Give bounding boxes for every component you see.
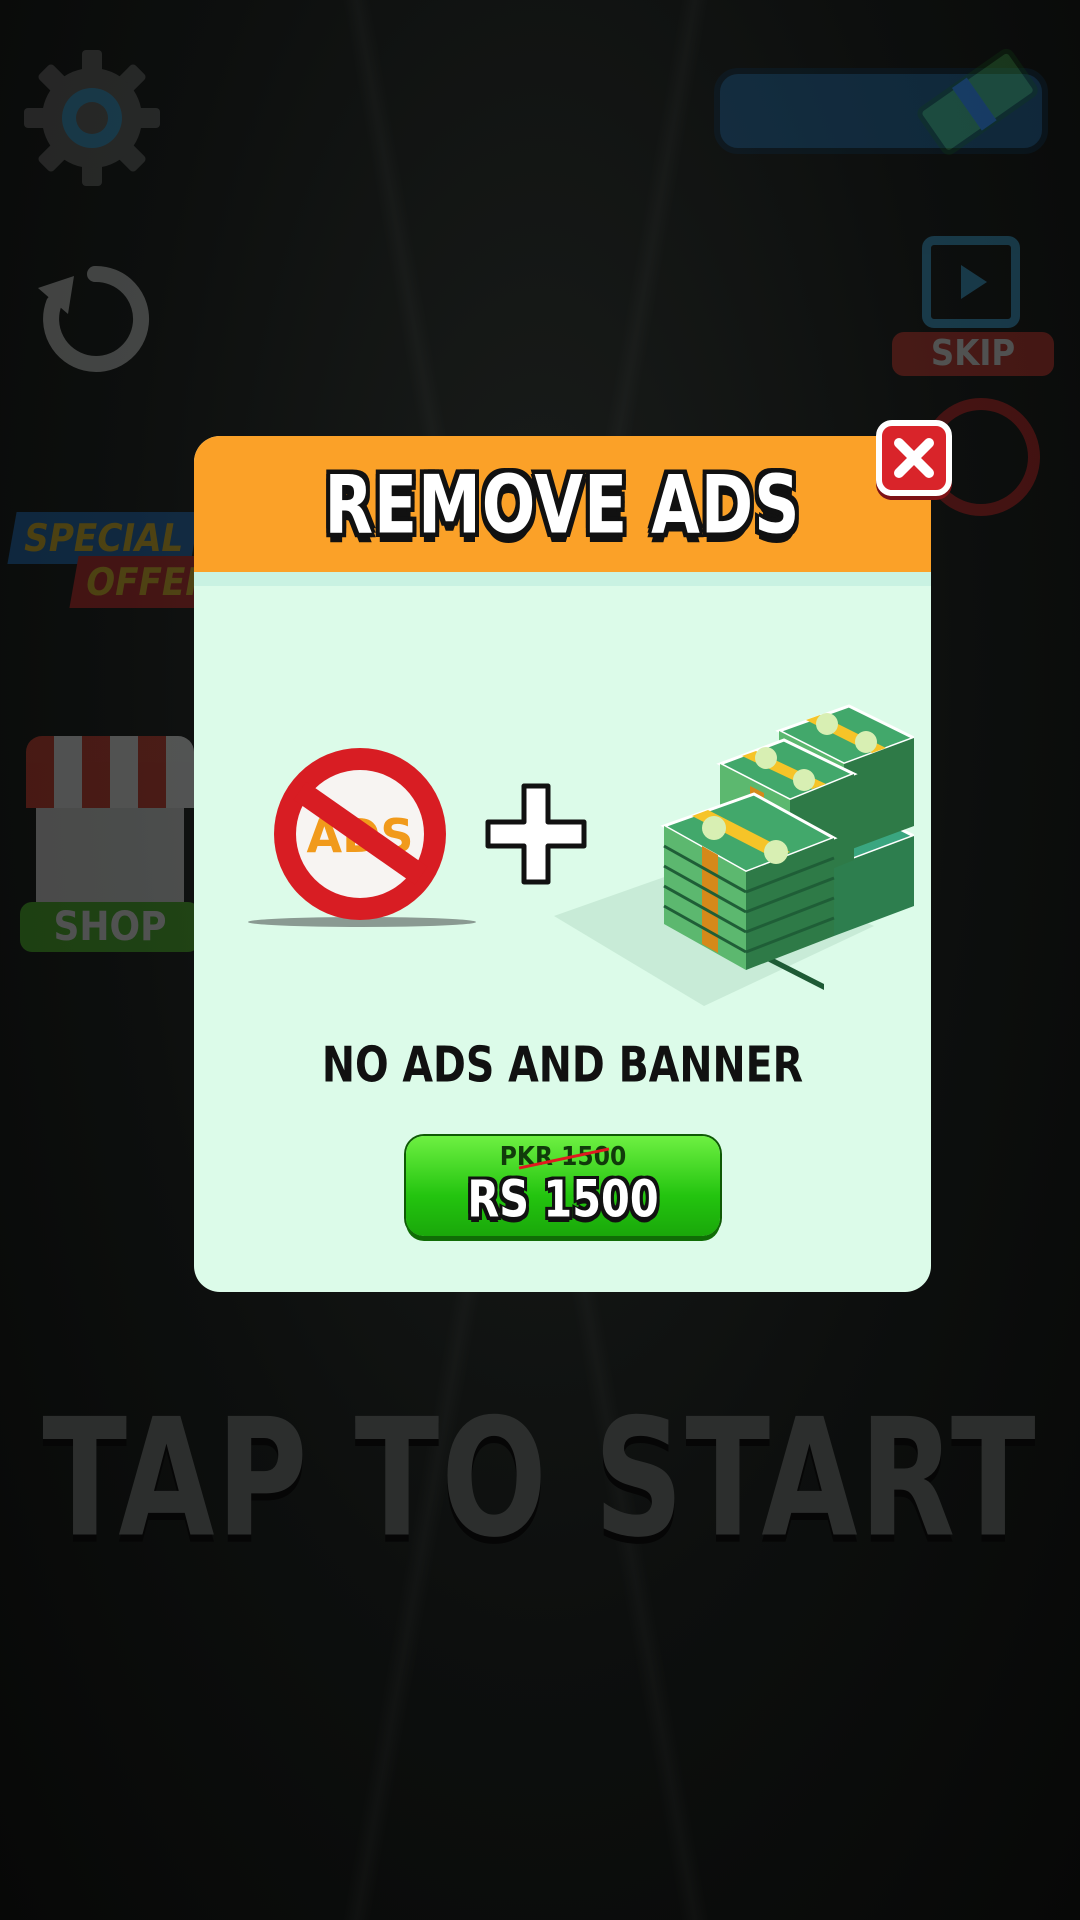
remove-ads-dialog: REMOVE ADS ADS: [194, 436, 931, 1292]
price-label: RS 1500: [467, 1169, 659, 1229]
offer-description: NO ADS AND BANNER: [321, 1036, 804, 1095]
restart-icon[interactable]: [34, 258, 156, 380]
close-button[interactable]: [876, 420, 952, 496]
dialog-title: REMOVE ADS: [324, 457, 801, 553]
tap-to-start-text[interactable]: TAP TO START: [0, 1384, 1080, 1574]
special-offer-button[interactable]: SPECIAL OFFER: [7, 512, 229, 608]
shop-label: SHOP: [20, 902, 200, 952]
cash-stack-icon: [514, 676, 918, 1016]
buy-button[interactable]: PKR 1500 RS 1500: [406, 1136, 720, 1236]
shop-house: [36, 808, 184, 904]
close-icon: [894, 438, 934, 478]
shop-button[interactable]: SHOP: [20, 736, 200, 952]
no-ads-icon: ADS: [246, 736, 486, 936]
settings-gear-icon[interactable]: [22, 48, 162, 188]
skip-button[interactable]: SKIP: [892, 236, 1054, 376]
skip-label: SKIP: [892, 332, 1054, 376]
shop-icon: [26, 736, 194, 808]
header-divider: [194, 572, 931, 586]
film-icon: [922, 236, 1020, 328]
cash-icon: [912, 36, 1042, 166]
dialog-header: REMOVE ADS: [194, 436, 931, 572]
